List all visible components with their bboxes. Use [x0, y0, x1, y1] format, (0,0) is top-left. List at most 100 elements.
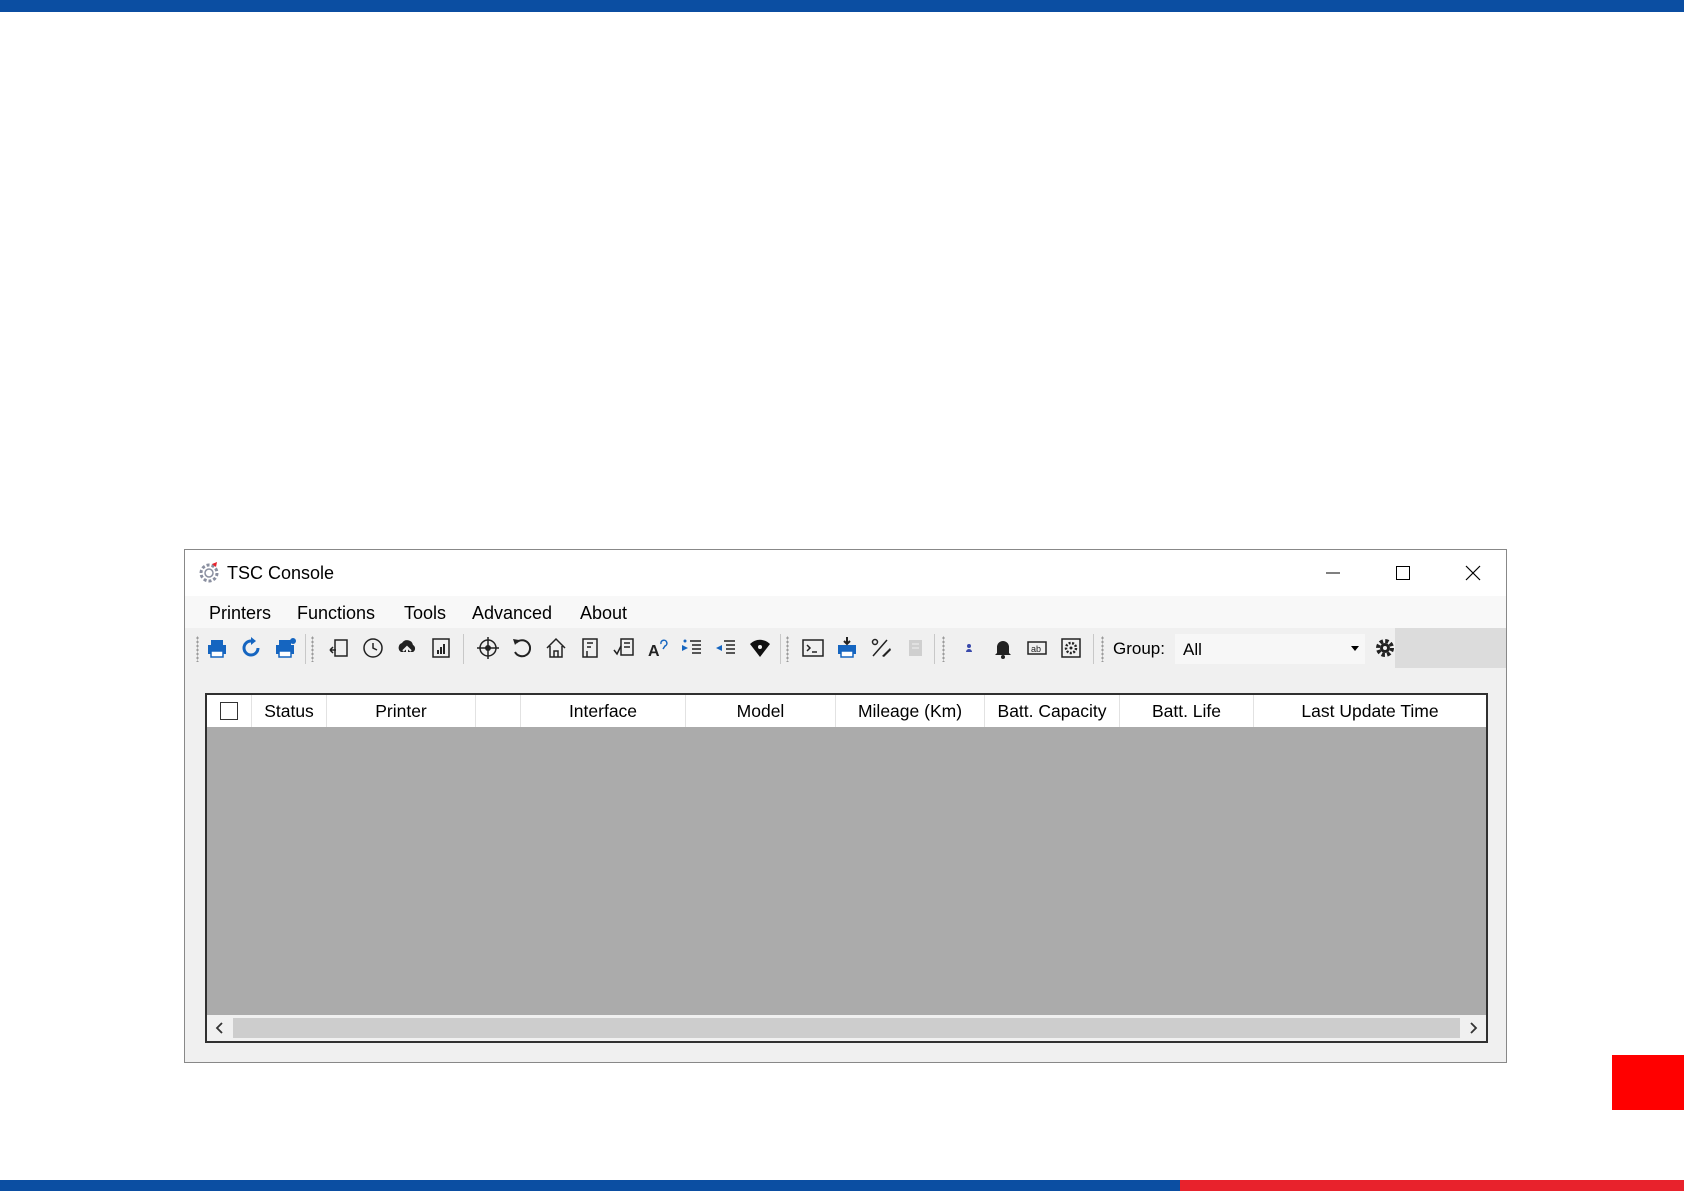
- user-button[interactable]: [955, 634, 983, 662]
- document-disabled-icon: [909, 640, 922, 656]
- printer-settings-button[interactable]: [271, 634, 299, 662]
- toolbar-empty-area: [1395, 628, 1506, 668]
- label-format-icon: [582, 638, 598, 658]
- select-all-checkbox[interactable]: [220, 702, 238, 720]
- column-header-status[interactable]: Status: [252, 695, 327, 727]
- gear-app-icon: [199, 562, 219, 583]
- bottom-brand-bar-blue: [0, 1180, 1180, 1191]
- menu-tools[interactable]: Tools: [404, 603, 446, 624]
- minimize-button[interactable]: [1298, 550, 1368, 596]
- scroll-right-button[interactable]: [1460, 1015, 1486, 1041]
- home-button[interactable]: [542, 634, 570, 662]
- add-printer-button[interactable]: [203, 634, 231, 662]
- column-header-blank[interactable]: [476, 695, 521, 727]
- toolbar-grip[interactable]: [786, 636, 789, 662]
- refresh-icon: [242, 637, 260, 657]
- printer-add-icon: [208, 640, 226, 658]
- column-header-batt-life[interactable]: Batt. Life: [1120, 695, 1254, 727]
- calibrate-button[interactable]: [474, 634, 502, 662]
- column-header-mileage[interactable]: Mileage (Km): [836, 695, 985, 727]
- toolbar-grip[interactable]: [1101, 636, 1104, 662]
- svg-text:ab: ab: [1031, 644, 1041, 654]
- toolbar-separator: [934, 634, 935, 664]
- label-format-button[interactable]: [576, 634, 604, 662]
- column-header-interface[interactable]: Interface: [521, 695, 686, 727]
- density-button[interactable]: [867, 634, 895, 662]
- maximize-button[interactable]: [1368, 550, 1438, 596]
- bottom-brand-bar-red: [1180, 1180, 1684, 1191]
- upload-button[interactable]: [393, 634, 421, 662]
- toolbar-grip[interactable]: [311, 636, 314, 662]
- clock-icon: [363, 638, 383, 658]
- outdent-button[interactable]: [712, 634, 740, 662]
- indent-list-icon: [682, 639, 701, 654]
- column-header-batt-capacity[interactable]: Batt. Capacity: [985, 695, 1120, 727]
- home-icon: [546, 637, 566, 658]
- check-list-button[interactable]: [610, 634, 638, 662]
- menu-about[interactable]: About: [580, 603, 627, 624]
- toolbar-separator: [463, 634, 464, 664]
- title-bar: TSC Console: [185, 550, 1506, 596]
- crosshair-icon: [477, 637, 499, 659]
- wifi-button[interactable]: [746, 634, 774, 662]
- user-icon: [966, 644, 972, 652]
- feed-button[interactable]: [325, 634, 353, 662]
- feed-icon: [329, 639, 348, 657]
- page-tab-marker: [1612, 1055, 1684, 1110]
- window-title: TSC Console: [227, 563, 335, 583]
- chevron-right-icon: [1470, 1022, 1478, 1034]
- terminal-button[interactable]: [799, 634, 827, 662]
- font-button[interactable]: A: [644, 634, 672, 662]
- grid-header: Status Printer Interface Model Mileage (…: [207, 695, 1486, 727]
- text-field-icon: ab: [1027, 641, 1047, 655]
- menu-advanced[interactable]: Advanced: [472, 603, 552, 624]
- tsc-console-window: TSC Console Printers Functions Tools Adv…: [184, 549, 1507, 1063]
- scroll-left-button[interactable]: [207, 1015, 233, 1041]
- printer-list-grid[interactable]: Status Printer Interface Model Mileage (…: [205, 693, 1488, 1043]
- outdent-list-icon: [716, 640, 735, 654]
- reset-button[interactable]: [508, 634, 536, 662]
- terminal-icon: [802, 639, 824, 657]
- menu-printers[interactable]: Printers: [209, 603, 271, 624]
- group-select[interactable]: All: [1175, 634, 1365, 664]
- indent-button[interactable]: [678, 634, 706, 662]
- download-printer-button[interactable]: [833, 634, 861, 662]
- disabled-tool-button[interactable]: [901, 634, 929, 662]
- scrollbar-thumb[interactable]: [233, 1018, 1460, 1038]
- column-header-model[interactable]: Model: [686, 695, 836, 727]
- column-header-last-update-time[interactable]: Last Update Time: [1254, 695, 1486, 727]
- report-icon: [432, 638, 450, 658]
- menu-functions[interactable]: Functions: [297, 603, 375, 624]
- refresh-button[interactable]: [237, 634, 265, 662]
- top-brand-bar: [0, 0, 1684, 12]
- text-field-button[interactable]: ab: [1023, 634, 1051, 662]
- toolbar-grip[interactable]: [942, 636, 945, 662]
- toolbar-separator: [305, 634, 306, 664]
- minimize-icon: [1326, 572, 1340, 574]
- config-button[interactable]: [1057, 634, 1085, 662]
- percent-edit-icon: [871, 638, 891, 657]
- maximize-icon: [1396, 566, 1410, 580]
- undo-icon: [513, 639, 532, 658]
- gear-box-icon: [1061, 638, 1081, 658]
- font-icon: A: [648, 639, 668, 660]
- select-all-column: [207, 695, 252, 727]
- group-label: Group:: [1113, 639, 1165, 658]
- printer-multi-icon: [276, 638, 296, 658]
- horizontal-scrollbar[interactable]: [207, 1015, 1486, 1041]
- cloud-upload-icon: [398, 640, 416, 658]
- alert-button[interactable]: [989, 634, 1017, 662]
- toolbar-separator: [780, 634, 781, 664]
- toolbar: A ab Group: All: [185, 628, 1395, 668]
- report-button[interactable]: [427, 634, 455, 662]
- svg-text:A: A: [648, 643, 660, 660]
- check-list-icon: [613, 638, 634, 656]
- group-select-value: All: [1183, 640, 1202, 659]
- printer-download-icon: [838, 637, 856, 658]
- toolbar-grip[interactable]: [196, 636, 199, 662]
- clock-button[interactable]: [359, 634, 387, 662]
- wifi-shield-icon: [750, 639, 770, 657]
- close-button[interactable]: [1438, 550, 1508, 596]
- close-icon: [1465, 565, 1481, 581]
- column-header-printer[interactable]: Printer: [327, 695, 476, 727]
